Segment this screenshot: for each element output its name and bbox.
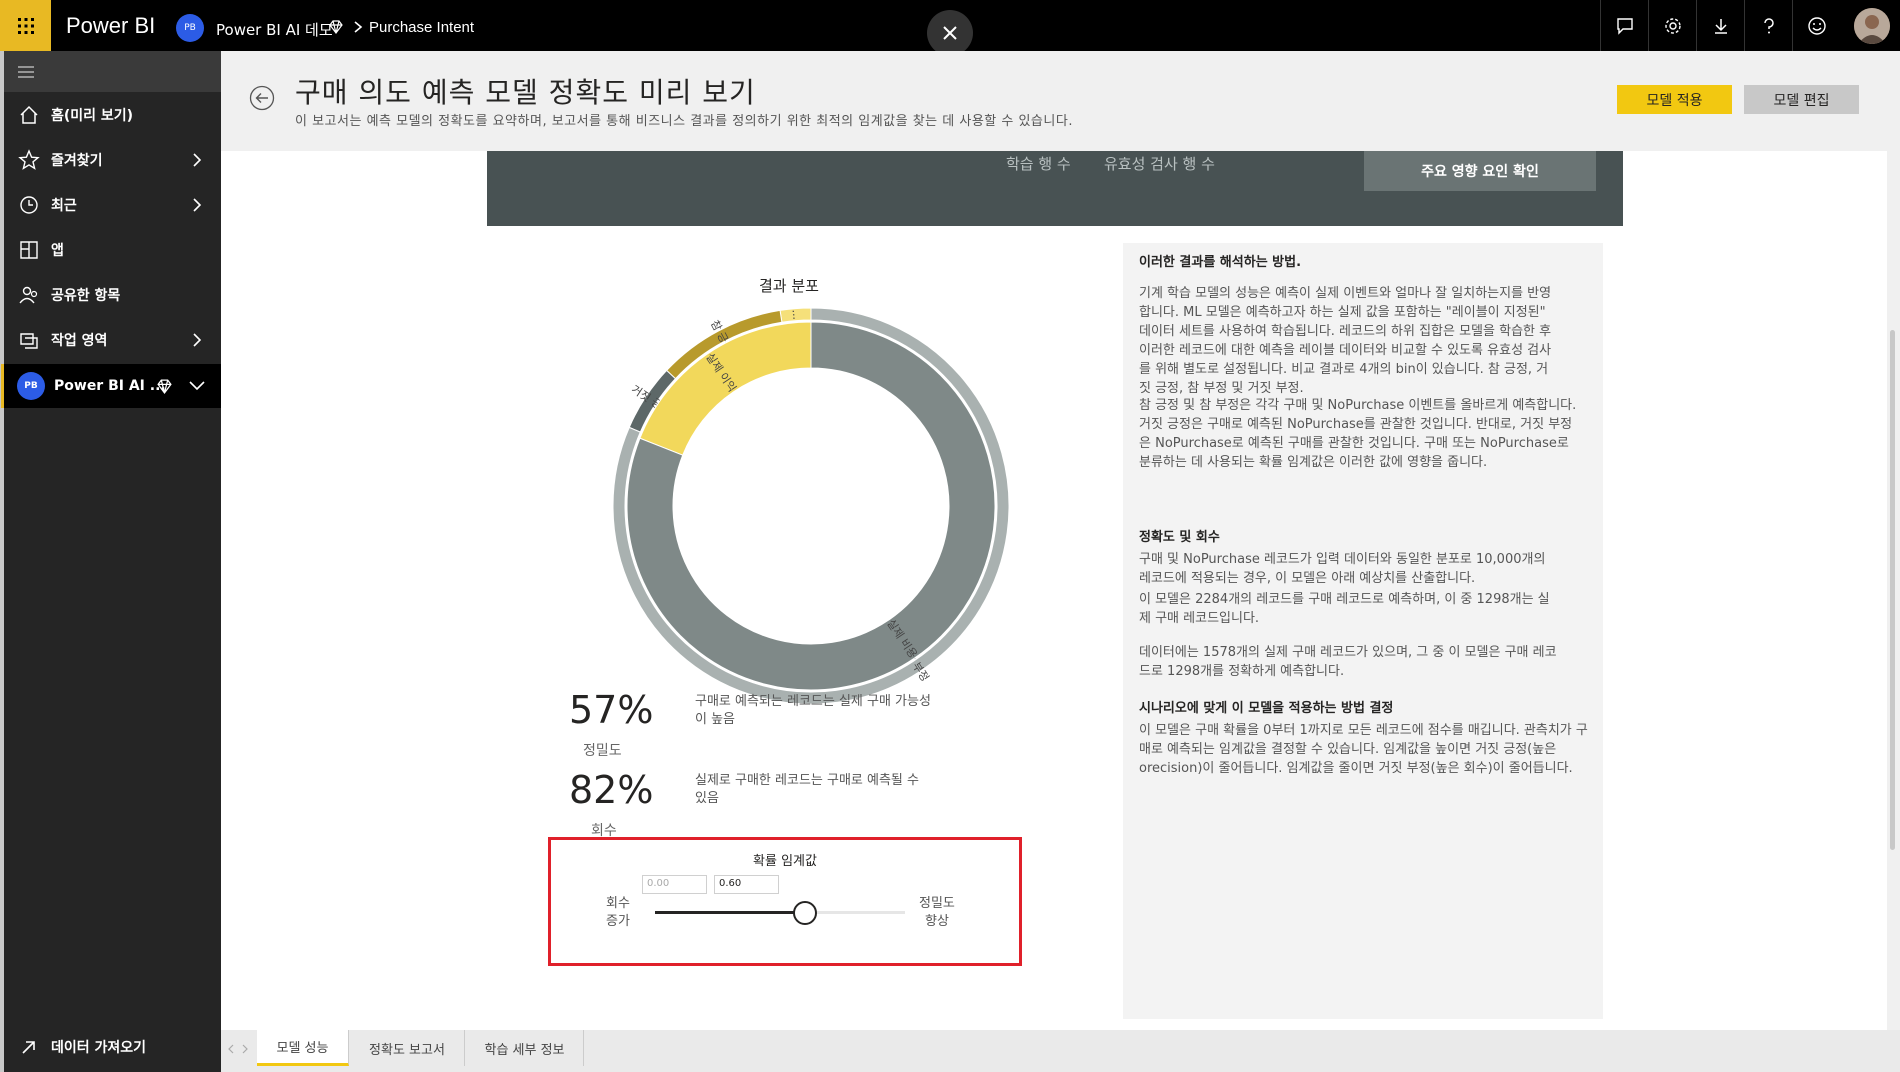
recall-value: 82% <box>569 768 654 812</box>
report-canvas: 학습 행 수 유효성 검사 행 수 주요 영향 요인 확인 결과 분포 ... 참… <box>221 151 1900 1030</box>
settings-gear-icon[interactable] <box>1648 0 1696 51</box>
help-icon[interactable] <box>1744 0 1792 51</box>
hamburger-menu-icon[interactable] <box>4 51 221 92</box>
chart-title: 결과 분포 <box>759 277 819 295</box>
sidebar-item-shared[interactable]: 공유한 항목 <box>4 273 221 317</box>
tab-model-performance[interactable]: 모델 성능 <box>257 1030 349 1066</box>
apply-model-button[interactable]: 모델 적용 <box>1617 85 1732 114</box>
apps-icon <box>20 241 38 259</box>
chevron-right-icon <box>354 21 363 33</box>
chevron-down-icon[interactable] <box>188 379 206 393</box>
home-icon <box>20 105 38 124</box>
sidebar: 홈(미리 보기) 즐겨찾기 최근 앱 공유한 항목 작업 영역 PB Power… <box>0 51 221 1072</box>
feedback-smiley-icon[interactable] <box>1792 0 1840 51</box>
sidebar-item-workspaces[interactable]: 작업 영역 <box>4 318 221 362</box>
precision-description: 구매로 예측되는 레코드는 실제 구매 가능성이 높음 <box>695 694 931 727</box>
report-header: 구매 의도 예측 모델 정확도 미리 보기 이 보고서는 예측 모델의 정확도를… <box>221 51 1900 151</box>
sidebar-item-label: 작업 영역 <box>51 333 108 349</box>
summary-band: 학습 행 수 유효성 검사 행 수 주요 영향 요인 확인 <box>487 151 1623 226</box>
back-arrow-icon[interactable] <box>249 85 275 111</box>
slider-handle[interactable] <box>793 901 817 925</box>
panel-paragraph: 데이터에는 1578개의 실제 구매 레코드가 있으며, 그 중 이 모델은 구… <box>1139 645 1557 679</box>
comment-icon[interactable] <box>1600 0 1648 51</box>
panel-heading-accuracy: 정확도 및 회수 <box>1139 530 1220 545</box>
explanation-panel: 이러한 결과를 해석하는 방법. 기계 학습 모델의 성능은 예측이 실제 이벤… <box>1123 243 1603 1019</box>
brand-name[interactable]: Power BI <box>66 13 155 39</box>
premium-diamond-icon <box>157 378 172 394</box>
page-title: 구매 의도 예측 모델 정확도 미리 보기 <box>295 76 756 109</box>
download-icon[interactable] <box>1696 0 1744 51</box>
recall-increase-label: 회수 증가 <box>606 896 630 929</box>
clock-icon <box>20 196 38 214</box>
sidebar-item-recent[interactable]: 최근 <box>4 183 221 227</box>
edit-model-button[interactable]: 모델 편집 <box>1744 85 1859 114</box>
chevron-right-icon[interactable] <box>190 196 204 214</box>
user-avatar[interactable] <box>1854 8 1890 44</box>
sidebar-item-label: Power BI AI ... <box>54 378 166 394</box>
outer-slice-label-0: ... <box>790 309 804 320</box>
breadcrumb-workspace[interactable]: Power BI AI 데모 <box>216 19 333 40</box>
top-factors-button[interactable]: 주요 영향 요인 확인 <box>1364 151 1596 191</box>
probability-threshold-slicer: 확률 임계값 0.00 0.60 회수 증가 정밀도 향상 <box>548 837 1022 966</box>
sidebar-item-home[interactable]: 홈(미리 보기) <box>4 93 221 137</box>
threshold-value-input[interactable]: 0.60 <box>714 875 779 894</box>
page-tabs: 모델 성능 정확도 보고서 학습 세부 정보 <box>221 1030 1900 1072</box>
threshold-min-input[interactable]: 0.00 <box>642 875 707 894</box>
slider-fill <box>655 911 805 914</box>
precision-value: 57% <box>569 688 654 732</box>
sidebar-item-apps[interactable]: 앱 <box>4 228 221 272</box>
sidebar-item-label: 공유한 항목 <box>51 288 121 304</box>
top-bar: Power BI PB Power BI AI 데모 Purchase Inte… <box>0 0 1900 56</box>
panel-paragraph: 이 모델은 구매 확률을 0부터 1까지로 모든 레코드에 점수를 매깁니다. … <box>1139 723 1588 776</box>
panel-paragraph: 참 긍정 및 참 부정은 각각 구매 및 NoPurchase 이벤트를 올바르… <box>1139 398 1577 470</box>
panel-paragraph: 구매 및 NoPurchase 레코드가 입력 데이터와 동일한 분포로 10,… <box>1139 552 1546 586</box>
page-subtitle: 이 보고서는 예측 모델의 정확도를 요약하며, 보고서를 통해 비즈니스 결과… <box>295 114 1073 129</box>
chevron-right-icon[interactable] <box>190 331 204 349</box>
premium-diamond-icon <box>329 20 343 34</box>
workspaces-icon <box>20 333 38 349</box>
sidebar-item-favorites[interactable]: 즐겨찾기 <box>4 138 221 182</box>
sidebar-item-label: 최근 <box>51 198 77 214</box>
panel-heading-scenario: 시나리오에 맞게 이 모델을 적용하는 방법 결정 <box>1139 701 1394 716</box>
get-data-label: 데이터 가져오기 <box>51 1040 147 1056</box>
results-distribution-donut-chart: ...참 긍정거짓 긍정참 부정실제 이익실제 비용 <box>612 307 1010 705</box>
star-icon <box>18 149 40 170</box>
arrow-up-right-icon <box>22 1041 35 1054</box>
panel-paragraph: 이 모델은 2284개의 레코드를 구매 레코드로 예측하며, 이 중 1298… <box>1139 592 1550 626</box>
threshold-title: 확률 임계값 <box>753 854 817 869</box>
precision-improve-label: 정밀도 향상 <box>919 896 955 929</box>
tab-training-details[interactable]: 학습 세부 정보 <box>466 1030 584 1066</box>
workspace-avatar: PB <box>17 372 45 400</box>
sidebar-item-label: 앱 <box>51 243 64 259</box>
recall-description: 실제로 구매한 레코드는 구매로 예측될 수 있음 <box>695 773 919 806</box>
training-rows-label: 학습 행 수 <box>1006 155 1071 173</box>
panel-paragraph: 기계 학습 모델의 성능은 예측이 실제 이벤트와 얼마나 잘 일치하는지를 반… <box>1139 286 1552 396</box>
sidebar-item-label: 즐겨찾기 <box>51 153 103 169</box>
chevron-right-icon[interactable] <box>190 151 204 169</box>
app-launcher-icon[interactable] <box>0 0 51 51</box>
get-data-button[interactable]: 데이터 가져오기 <box>4 1025 221 1069</box>
panel-heading-interpret: 이러한 결과를 해석하는 방법. <box>1139 255 1302 270</box>
sidebar-item-current-workspace[interactable]: PB Power BI AI ... <box>1 364 221 408</box>
breadcrumb-report[interactable]: Purchase Intent <box>369 19 474 36</box>
tab-prev-icon[interactable] <box>227 1044 235 1054</box>
validation-rows-label: 유효성 검사 행 수 <box>1104 155 1215 173</box>
workspace-avatar: PB <box>176 14 204 42</box>
scrollbar-thumb[interactable] <box>1890 330 1895 850</box>
shared-icon <box>19 286 38 304</box>
precision-label: 정밀도 <box>583 743 622 759</box>
sidebar-item-label: 홈(미리 보기) <box>51 108 134 124</box>
tab-accuracy-report[interactable]: 정확도 보고서 <box>350 1030 465 1066</box>
tab-next-icon[interactable] <box>241 1044 249 1054</box>
close-icon[interactable] <box>927 10 973 56</box>
